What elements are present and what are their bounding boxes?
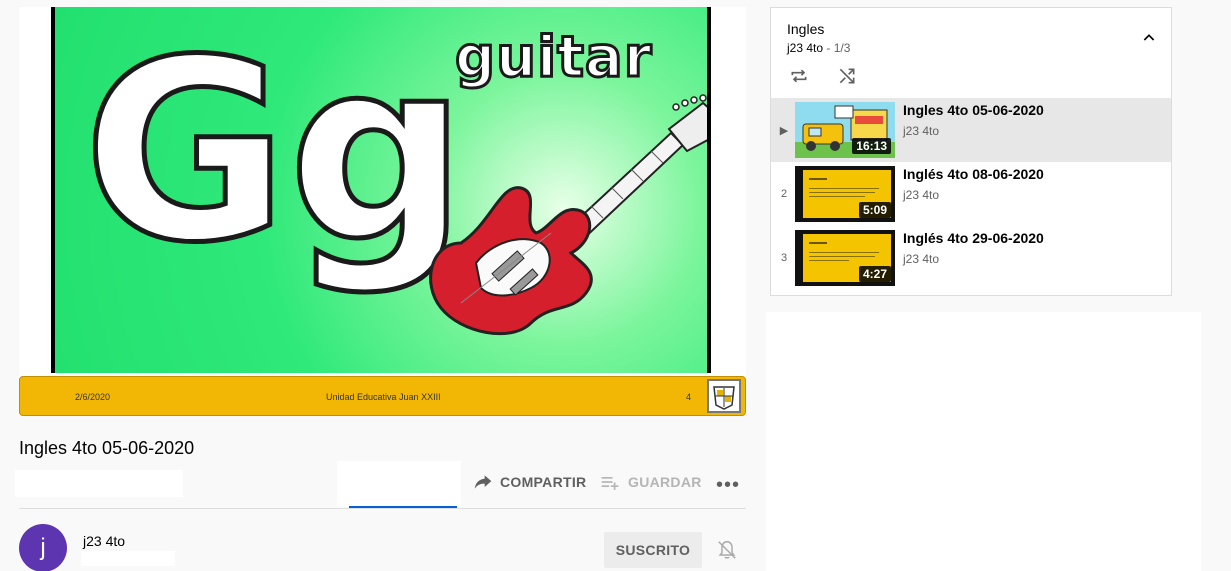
related-videos-area (766, 312, 1201, 571)
avatar-letter: j (40, 534, 46, 561)
slide-footer-page: 4 (686, 392, 692, 402)
save-label: GUARDAR (628, 474, 702, 490)
video-frame: Gg guitar (51, 7, 711, 373)
slide-letters: Gg (80, 7, 469, 297)
play-indicator-icon: ▶ (779, 125, 789, 137)
playlist-channel[interactable]: j23 4to (787, 41, 823, 55)
playlist-item[interactable]: 3 4:27 Inglés 4to 29-06-2020 j23 4to (771, 226, 1171, 290)
playlist-panel: Ingles j23 4to - 1/3 ▶ 16:13 Ingles 4to … (770, 7, 1172, 296)
video-thumbnail: 4:27 (795, 230, 895, 286)
video-duration: 16:13 (852, 138, 891, 154)
loop-playlist-button[interactable] (789, 66, 809, 91)
playlist-item-channel: j23 4to (903, 188, 940, 202)
collapse-playlist-button[interactable] (1141, 30, 1157, 51)
guitar-illustration (429, 94, 707, 336)
views-placeholder (15, 470, 183, 497)
subscriber-count-placeholder (81, 551, 175, 566)
playlist-position: - 1/3 (823, 41, 851, 55)
loop-icon (791, 69, 807, 83)
share-label: COMPARTIR (500, 474, 587, 490)
video-player[interactable]: Gg guitar 2/6/2020 Unidad Educativa Juan… (19, 7, 746, 416)
shuffle-icon (839, 68, 855, 84)
notification-bell-button[interactable] (716, 539, 738, 566)
more-icon: ••• (716, 474, 741, 496)
playlist-add-icon (601, 477, 619, 490)
bell-off-icon (718, 541, 736, 559)
slide-footer-date: 2/6/2020 (75, 392, 111, 402)
playlist-item-index: 2 (780, 188, 788, 200)
save-button[interactable]: GUARDAR (598, 472, 702, 492)
school-logo (707, 379, 741, 413)
chevron-up-icon (1143, 34, 1155, 41)
shuffle-playlist-button[interactable] (837, 66, 857, 91)
share-icon (474, 475, 492, 489)
video-duration: 5:09 (858, 202, 891, 218)
playlist-item-title: Inglés 4to 08-06-2020 (903, 166, 1044, 182)
playlist-item[interactable]: ▶ 16:13 Ingles 4to 05-06-2020 j23 4to (771, 98, 1171, 162)
divider (19, 508, 746, 509)
slide-content: Gg guitar (55, 7, 707, 373)
more-actions-button[interactable]: ••• (716, 474, 740, 497)
playlist-subtitle: j23 4to - 1/3 (787, 41, 850, 55)
video-thumbnail: 5:09 (795, 166, 895, 222)
playlist-item-index: 3 (780, 252, 788, 264)
playlist-item-title: Inglés 4to 29-06-2020 (903, 230, 1044, 246)
subscribed-label: SUSCRITO (615, 542, 691, 558)
slide-footer-school: Unidad Educativa Juan XXIII (326, 392, 441, 402)
playlist-title[interactable]: Ingles (787, 21, 824, 37)
playlist-item-channel: j23 4to (903, 124, 940, 138)
channel-avatar[interactable]: j (19, 524, 67, 571)
playlist-item-title: Ingles 4to 05-06-2020 (903, 102, 1044, 118)
video-title: Ingles 4to 05-06-2020 (19, 438, 195, 458)
slide-footer: 2/6/2020 Unidad Educativa Juan XXIII 4 (19, 376, 746, 416)
playlist-item[interactable]: 2 5:09 Inglés 4to 08-06-2020 j23 4to (771, 162, 1171, 226)
channel-name[interactable]: j23 4to (83, 533, 125, 549)
share-button[interactable]: COMPARTIR (472, 472, 586, 492)
subscribed-button[interactable]: SUSCRITO (604, 532, 702, 568)
playlist-item-channel: j23 4to (903, 252, 940, 266)
video-duration: 4:27 (858, 266, 891, 282)
slide-word: guitar (453, 24, 653, 92)
like-dislike-area[interactable] (337, 461, 461, 507)
video-thumbnail: 16:13 (795, 102, 895, 158)
